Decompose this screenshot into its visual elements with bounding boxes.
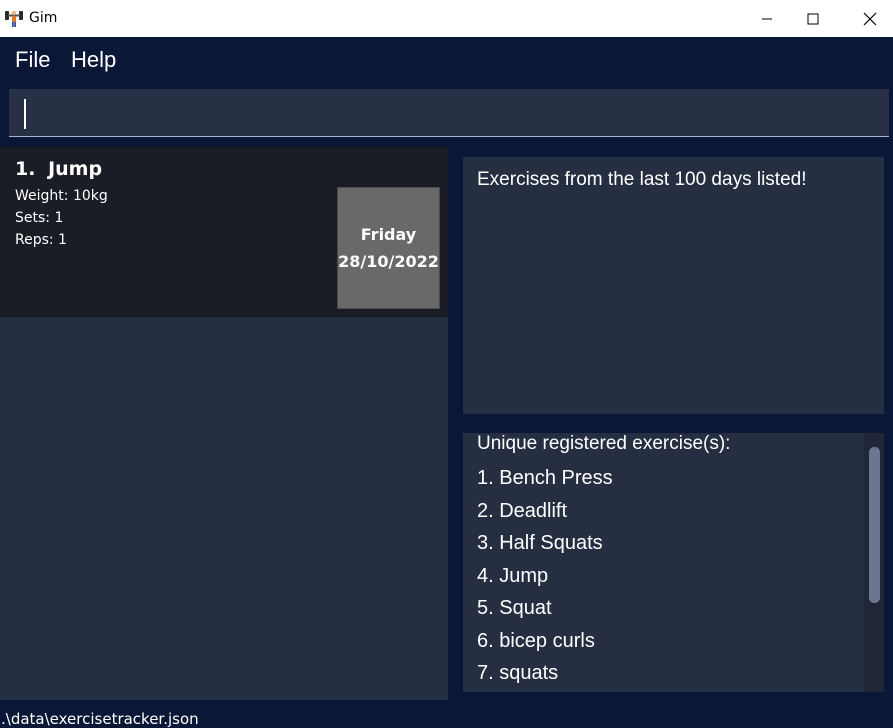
list-item: 7. squats — [477, 662, 559, 684]
unique-exercises-list: 1. Bench Press 2. Deadlift 3. Half Squat… — [477, 464, 613, 692]
unique-exercises-panel[interactable]: Unique registered exercise(s): 1. Bench … — [463, 433, 884, 692]
exercise-card-weight: Weight: 10kg — [15, 188, 108, 204]
maximize-icon — [807, 13, 819, 24]
maximize-button[interactable] — [790, 0, 836, 37]
menu-help[interactable]: Help — [71, 47, 116, 73]
list-item: 6. bicep curls — [477, 629, 595, 652]
exercise-card-title: 1. Jump — [15, 158, 102, 180]
command-input[interactable] — [9, 89, 889, 137]
exercise-card[interactable]: 1. Jump Weight: 10kg Sets: 1 Reps: 1 Fri… — [0, 147, 448, 317]
menu-bar: File Help — [0, 37, 893, 85]
minimize-button[interactable] — [744, 0, 790, 37]
menu-file[interactable]: File — [15, 47, 50, 73]
unique-exercises-heading: Unique registered exercise(s): — [477, 433, 731, 454]
minimize-icon — [762, 18, 772, 19]
text-caret — [24, 99, 26, 129]
list-item: 3. Half Squats — [477, 532, 603, 554]
close-button[interactable] — [847, 0, 893, 37]
result-display[interactable]: Exercises from the last 100 days listed! — [463, 157, 884, 414]
exercise-card-date-box: Friday 28/10/2022 — [337, 187, 440, 309]
exercise-card-name: Jump — [48, 158, 103, 180]
exercise-card-sets: Sets: 1 — [15, 210, 64, 226]
dumbbell-icon — [4, 8, 24, 28]
window-titlebar: Gim — [0, 0, 893, 37]
result-message: Exercises from the last 100 days listed! — [477, 169, 807, 190]
exercise-list-panel[interactable]: 1. Jump Weight: 10kg Sets: 1 Reps: 1 Fri… — [0, 147, 448, 700]
list-item: 2. Deadlift — [477, 499, 568, 522]
vertical-scrollbar[interactable] — [864, 433, 884, 692]
close-icon — [863, 12, 877, 25]
scrollbar-thumb[interactable] — [869, 447, 880, 603]
exercise-card-date: 28/10/2022 — [338, 252, 439, 271]
exercise-card-day: Friday — [360, 225, 417, 244]
save-file-path: .\data\exercisetracker.json — [1, 710, 199, 728]
list-item: 4. Jump — [477, 564, 549, 587]
exercise-card-index: 1. — [15, 158, 36, 180]
list-item: 1. Bench Press — [477, 467, 613, 489]
window-title: Gim — [29, 10, 58, 26]
list-item: 5. Squat — [477, 597, 552, 619]
status-bar: .\data\exercisetracker.json — [0, 702, 893, 728]
exercise-card-reps: Reps: 1 — [15, 232, 67, 248]
